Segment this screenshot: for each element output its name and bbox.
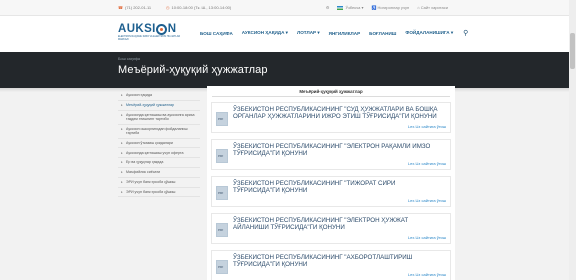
phone-contact: ☎ (71) 202-01-11 xyxy=(118,5,151,10)
page-title: Меъёрий-ҳуқуқий ҳужжатлар xyxy=(118,64,268,76)
document-icon xyxy=(216,260,228,274)
scrollbar-thumb[interactable] xyxy=(570,33,575,69)
nav-item-news[interactable]: Янгиликлар xyxy=(329,31,360,36)
site-logo[interactable]: AUKSI N ELEKTRON RAQAMLI IMZO VA ELEKTRON… xyxy=(118,23,188,42)
document-title[interactable]: Ўзбекистон Республикасининг "Электрон ҳу… xyxy=(233,217,443,231)
sidebar-item-about[interactable]: Ауксион ҳақида xyxy=(118,91,200,101)
breadcrumb[interactable]: Бош саҳифа xyxy=(118,57,140,61)
main-nav: Бош саҳифа Ауксион ҳақида ▾ Лотлар ▾ Янг… xyxy=(200,29,468,37)
document-item: Ўзбекистон Республикасининг "Суд ҳужжатл… xyxy=(211,102,451,133)
sidebar-item-bank-account-2[interactable]: ЭРИ учун банк ҳисоби қўшиш xyxy=(118,188,200,198)
document-item: Ўзбекистон Республикасининг "Тижорат сир… xyxy=(211,176,451,207)
lex-uz-link[interactable]: Lex.Uz сайтига ўтиш xyxy=(408,272,446,277)
phone-icon: ☎ xyxy=(118,5,123,10)
lex-uz-link[interactable]: Lex.Uz сайтига ўтиш xyxy=(408,235,446,240)
heading-divider xyxy=(212,96,450,97)
top-info-bar: ☎ (71) 202-01-11 ◷ 10:00-18:00 (Тк. Ш., 13… xyxy=(0,0,576,16)
working-hours: ◷ 10:00-18:00 (Тк. Ш., 13:00-14:00) xyxy=(166,5,231,10)
search-icon[interactable]: ⚲ xyxy=(463,29,468,37)
sidebar-item-auction-rules[interactable]: Ауксион ўтказиш қоидалари xyxy=(118,139,200,149)
settings-icon[interactable]: ⚙ xyxy=(326,5,330,10)
document-item: Ўзбекистон Республикасининг "Ахборотлашт… xyxy=(211,250,451,280)
documents-heading: Меъёрий-ҳуқуқий ҳужжатлар xyxy=(299,89,363,94)
document-title[interactable]: Ўзбекистон Республикасининг "Тижорат сир… xyxy=(233,180,443,194)
logo-text-right: N xyxy=(167,23,177,35)
sidebar-item-land-rights[interactable]: Ер ва ҳуқуқлар ҳақида xyxy=(118,158,200,168)
sitemap-label: Сайт хaритаси xyxy=(420,5,448,10)
page-scrollbar[interactable] xyxy=(569,0,576,280)
sidebar-item-offer[interactable]: Ауксионда қатнашиш учун оферта xyxy=(118,148,200,159)
document-item: Ўзбекистон Республикасининг "Электрон ҳу… xyxy=(211,213,451,244)
nav-item-contact[interactable]: Боғланиш xyxy=(369,31,396,36)
document-title[interactable]: Ўзбекистон Республикасининг "Суд ҳужжатл… xyxy=(233,106,443,120)
document-icon xyxy=(216,149,228,163)
nav-item-about[interactable]: Ауксион ҳақида ▾ xyxy=(242,30,288,36)
sidebar-menu: Ауксион ҳақида Меъёрий-ҳуқуқий ҳужжатлар… xyxy=(118,91,200,198)
nav-item-home[interactable]: Бош саҳифа xyxy=(200,31,233,36)
clock-icon: ◷ xyxy=(166,5,170,10)
lex-uz-link[interactable]: Lex.Uz сайтига ўтиш xyxy=(408,198,446,203)
sidebar-item-legal-docs[interactable]: Меъёрий-ҳуқуқий ҳужжатлар xyxy=(118,101,200,111)
site-header: AUKSI N ELEKTRON RAQAMLI IMZO VA ELEKTRON… xyxy=(0,16,576,52)
sitemap-link[interactable]: ⌂ Сайт хaритаси xyxy=(417,5,448,10)
sidebar-item-privacy[interactable]: Маъфийлик сиёсати xyxy=(118,168,200,178)
lex-uz-link[interactable]: Lex.Uz сайтига ўтиш xyxy=(408,124,446,129)
document-icon xyxy=(216,112,228,126)
document-title[interactable]: Ўзбекистон Республикасининг "Электрон ра… xyxy=(233,143,443,157)
accessibility-label: Ногиронлар учун xyxy=(377,5,410,10)
nav-item-users[interactable]: Фойдаланишига ▾ xyxy=(405,30,453,36)
document-icon xyxy=(216,186,228,200)
logo-mark-icon xyxy=(156,23,168,35)
sidebar-item-participation-rules[interactable]: Ауксионда қатнашиш ва ауксионга ариза та… xyxy=(118,111,200,125)
document-item: Ўзбекистон Республикасининг "Электрон ра… xyxy=(211,139,451,170)
lex-uz-link[interactable]: Lex.Uz сайтига ўтиш xyxy=(408,161,446,166)
logo-text-left: AUKSI xyxy=(118,23,156,35)
language-selector[interactable]: Ўзбекча ▾ xyxy=(337,5,363,10)
document-icon xyxy=(216,223,228,237)
logo-subtitle: ELEKTRON RAQAMLI IMZO VA ELEKTRON HUJJAT… xyxy=(118,35,181,41)
nav-item-lots[interactable]: Лотлар ▾ xyxy=(297,30,320,36)
accessibility-link[interactable]: ♿ Ногиронлар учун xyxy=(371,5,409,10)
sidebar-item-transparency[interactable]: Ауксион ошкорлигидан фойдаланиш тартиби xyxy=(118,125,200,139)
documents-panel: Меъёрий-ҳуқуқий ҳужжатлар Ўзбекистон Рес… xyxy=(207,86,455,280)
phone-number: (71) 202-01-11 xyxy=(124,5,152,10)
flag-icon xyxy=(337,5,344,10)
document-title[interactable]: Ўзбекистон Республикасининг "Ахборотлашт… xyxy=(233,254,443,268)
sidebar-item-bank-account-1[interactable]: ЭРИ учун банк ҳисоби қўшиш xyxy=(118,178,200,188)
page-banner: Бош саҳифа Меъёрий-ҳуқуқий ҳужжатлар xyxy=(0,52,576,92)
top-links: ⚙ Ўзбекча ▾ ♿ Ногиронлар учун ⌂ Сайт хaр… xyxy=(326,5,448,10)
language-label: Ўзбекча xyxy=(345,5,361,10)
hours-text: 10:00-18:00 (Тк. Ш., 13:00-14:00) xyxy=(171,5,232,10)
